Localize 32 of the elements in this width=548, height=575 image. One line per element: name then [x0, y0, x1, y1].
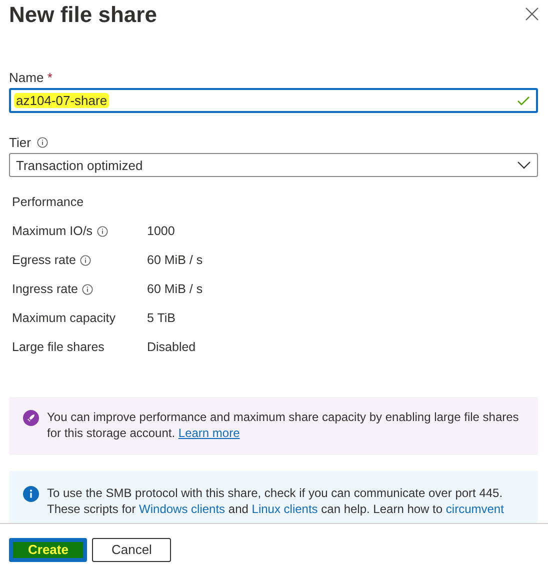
close-icon[interactable] — [525, 7, 539, 21]
info-icon[interactable] — [36, 137, 48, 148]
property-label: Maximum IO/s — [12, 224, 93, 238]
section-heading: Performance — [12, 195, 84, 209]
info-icon[interactable] — [80, 254, 91, 266]
property-value: 5 TiB — [147, 311, 176, 325]
property-label: Egress rate — [12, 253, 76, 267]
name-input-field[interactable]: az104-07-share — [9, 88, 538, 113]
notice-text: You can improve performance and maximum share capacity by enabling large file shares for this storage account. Learn more — [47, 409, 520, 441]
notice-text: To use the SMB protocol with this share, check if you can communicate over port 445. These scripts for Windows clients and Linux clients can help. Learn how to circumvent — [47, 485, 505, 517]
tier-dropdown[interactable]: Transaction optimized — [9, 153, 538, 177]
property-value: Disabled — [147, 340, 196, 354]
field-label: Name * — [9, 70, 52, 85]
property-value: 60 MiB / s — [147, 253, 203, 267]
panel-title: New file share — [9, 2, 157, 28]
cancel-button[interactable]: Cancel — [92, 538, 171, 562]
link[interactable]: Windows clients — [139, 502, 226, 516]
property-value: 60 MiB / s — [147, 282, 203, 296]
property-value: 1000 — [147, 224, 175, 238]
info-icon — [23, 486, 39, 502]
property-label: Maximum capacity — [12, 311, 116, 325]
link[interactable]: Learn more — [178, 426, 240, 440]
link[interactable]: Linux clients — [252, 502, 318, 516]
chevron-down-icon — [517, 161, 531, 169]
link[interactable]: circumvent — [446, 502, 504, 516]
property-label: Ingress rate — [12, 282, 78, 296]
field-label: Tier — [9, 135, 31, 150]
info-icon[interactable] — [82, 284, 94, 294]
create-button[interactable]: Create — [9, 538, 88, 562]
info-icon[interactable] — [96, 226, 108, 236]
rocket-icon — [23, 410, 39, 426]
property-label: Large file shares — [12, 340, 104, 354]
